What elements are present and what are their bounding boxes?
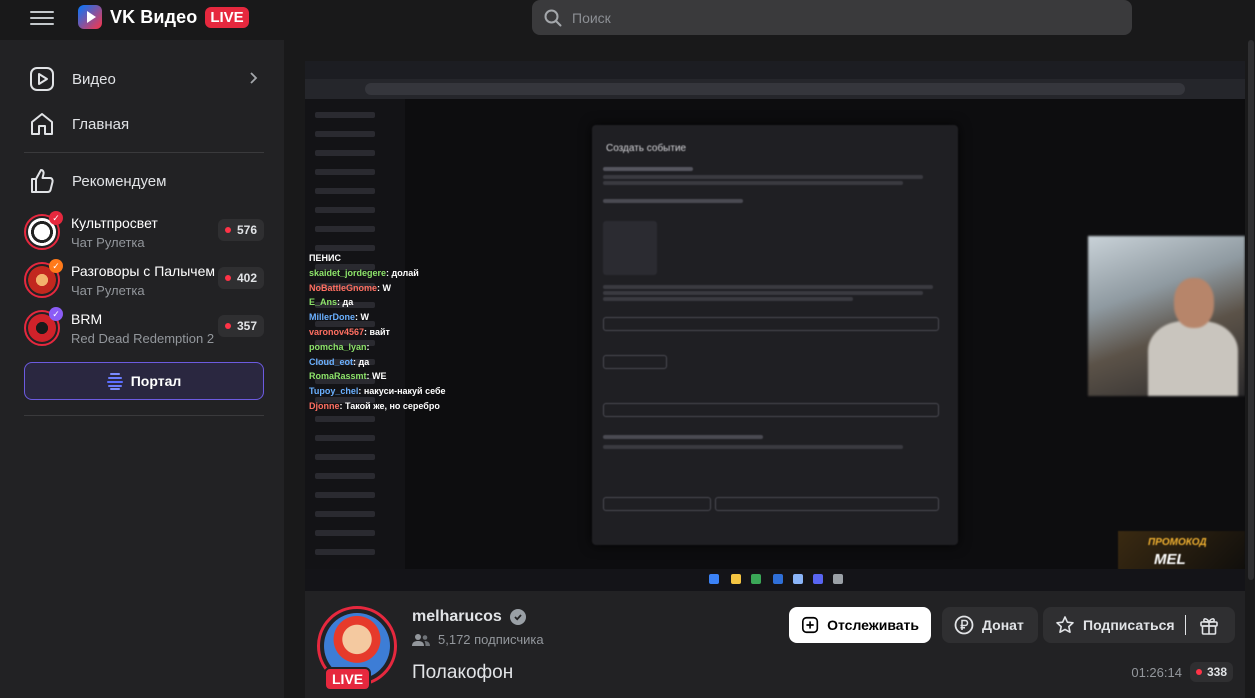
video-play-icon: [30, 67, 54, 91]
video-player[interactable]: ПЕНИС skaidet_jordegere: долай NoBattleG…: [305, 61, 1245, 591]
main-content: ПЕНИС skaidet_jordegere: долай NoBattleG…: [284, 40, 1255, 698]
channel-avatar: ✓: [24, 259, 63, 298]
follow-label: Отслеживать: [827, 617, 919, 633]
channel-name: BRM: [71, 310, 103, 327]
subscribe-label: Подписаться: [1083, 617, 1175, 633]
stream-browser-url: [305, 79, 1245, 99]
sidebar-item-label: Видео: [72, 70, 116, 88]
stream-duration: 01:26:14: [1131, 664, 1182, 680]
chat-line: RomaRassmt: WE: [309, 371, 387, 382]
viewer-count: 576: [217, 219, 264, 241]
live-dot-icon: [224, 323, 231, 329]
logo[interactable]: VK Видео LIVE: [78, 5, 249, 29]
channel-category: Red Dead Redemption 2: [71, 330, 215, 346]
channel-avatar: ✓: [24, 211, 63, 250]
search-input[interactable]: [572, 9, 1112, 26]
menu-icon[interactable]: [30, 8, 54, 28]
stream-title: Полакофон: [412, 662, 514, 683]
channel-name: Разговоры с Палычем: [71, 262, 215, 279]
live-viewer-count: 338: [1189, 662, 1233, 682]
top-bar: VK Видео LIVE: [0, 0, 1255, 40]
stream-taskbar: [305, 569, 1245, 591]
channel-category: Чат Рулетка: [71, 282, 145, 298]
stream-modal-dialog: Создать событие: [592, 125, 958, 545]
chat-line: pomcha_lyan:: [309, 341, 370, 352]
divider: [24, 415, 264, 416]
users-icon: [412, 633, 430, 646]
subscribe-button[interactable]: Подписаться: [1043, 607, 1235, 643]
portal-icon: [106, 373, 123, 390]
live-dot-icon: [224, 275, 231, 281]
stream-time-info: 01:26:14 338: [1131, 662, 1233, 682]
verified-icon: [509, 609, 526, 625]
promo-line-2: MEL: [1154, 551, 1186, 568]
logo-text: VK Видео: [110, 6, 198, 27]
sidebar: Видео Главная Рекомендуем ✓ Культпросвет…: [0, 40, 284, 698]
sidebar-item-label: Рекомендуем: [72, 172, 167, 190]
vk-video-logo-icon: [78, 5, 102, 29]
chat-line: Cloud_eot: да: [309, 356, 370, 367]
portal-label: Портал: [130, 373, 182, 389]
check-badge-icon: ✓: [49, 307, 63, 321]
chat-line: ПЕНИС: [309, 253, 341, 263]
check-badge-icon: ✓: [49, 211, 63, 225]
chat-line: Djonne: Такой же, но серебро: [309, 400, 440, 411]
live-dot-icon: [224, 227, 231, 233]
subscriber-count: 5,172 подписчика: [412, 632, 544, 647]
donate-button[interactable]: Донат: [942, 607, 1038, 643]
search-icon: [544, 9, 562, 26]
channel-item[interactable]: ✓ BRM Red Dead Redemption 2 357: [24, 306, 264, 350]
webcam-overlay: [1088, 236, 1245, 396]
star-icon: [1056, 616, 1074, 633]
portal-button[interactable]: Портал: [24, 362, 264, 400]
promo-line-1: ПРОМОКОД: [1148, 537, 1207, 548]
scrollbar[interactable]: [1247, 40, 1255, 698]
channel-category: Чат Рулетка: [71, 234, 145, 250]
chat-line: NoBattleGnome: W: [309, 282, 392, 293]
stream-chat: ПЕНИС skaidet_jordegere: долай NoBattleG…: [309, 251, 589, 414]
donate-label: Донат: [982, 617, 1024, 633]
chat-line: MillerDone: W: [309, 312, 370, 323]
live-logo-badge: LIVE: [205, 6, 249, 28]
live-dot-icon: [1195, 669, 1202, 675]
modal-title: Создать событие: [606, 143, 687, 154]
channel-name: Культпросвет: [71, 214, 158, 231]
sidebar-item-home[interactable]: Главная: [24, 104, 264, 144]
channel-item[interactable]: ✓ Разговоры с Палычем Чат Рулетка 402: [24, 258, 264, 302]
chat-line: skaidet_jordegere: долай: [309, 267, 419, 278]
follow-button[interactable]: Отслеживать: [789, 607, 931, 643]
sidebar-item-label: Главная: [72, 115, 130, 133]
streamer-name[interactable]: melharucos: [412, 608, 526, 626]
chevron-right-icon: [250, 72, 258, 84]
plus-square-icon: [801, 616, 819, 634]
chat-line: Tupoy_chel: накуси-накуй себе: [309, 386, 446, 397]
viewer-count: 402: [217, 267, 264, 289]
stream-info-panel: LIVE melharucos 5,172 подписчика Полакоф…: [305, 591, 1245, 698]
thumbs-up-icon: [31, 169, 54, 193]
viewer-count: 357: [217, 315, 264, 337]
chat-line: varonov4567: вайт: [309, 326, 390, 337]
chat-line: E_Ans: да: [309, 297, 354, 308]
live-badge: LIVE: [324, 667, 372, 691]
sidebar-item-recommended[interactable]: Рекомендуем: [24, 161, 264, 201]
check-badge-icon: ✓: [49, 259, 63, 273]
channel-item[interactable]: ✓ Культпросвет Чат Рулетка 576: [24, 210, 264, 254]
ruble-coin-icon: [954, 615, 974, 635]
stream-browser-tabs: [305, 61, 1245, 79]
gift-icon[interactable]: [1198, 614, 1220, 636]
divider: [24, 152, 264, 153]
channel-avatar: ✓: [24, 307, 63, 346]
home-icon: [31, 113, 53, 135]
search-bar[interactable]: [532, 0, 1132, 35]
sidebar-item-video[interactable]: Видео: [24, 59, 264, 99]
